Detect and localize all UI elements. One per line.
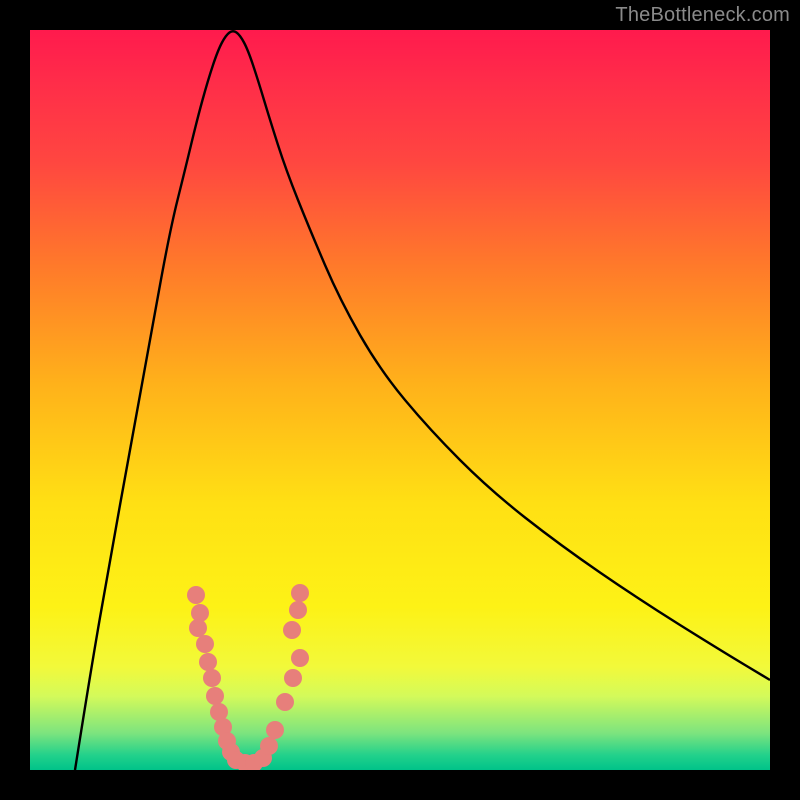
right-dot-cluster-dot: [260, 737, 278, 755]
bottleneck-curve: [75, 31, 770, 770]
left-dot-cluster-dot: [187, 586, 205, 604]
left-dot-cluster-dot: [203, 669, 221, 687]
curve-layer: [75, 31, 770, 770]
right-dot-cluster-dot: [284, 669, 302, 687]
right-dot-cluster-dot: [266, 721, 284, 739]
right-dot-cluster-dot: [289, 601, 307, 619]
marker-layer: [187, 584, 309, 770]
right-dot-cluster-dot: [276, 693, 294, 711]
right-dot-cluster-dot: [291, 584, 309, 602]
left-dot-cluster-dot: [196, 635, 214, 653]
left-dot-cluster-dot: [199, 653, 217, 671]
left-dot-cluster-dot: [189, 619, 207, 637]
left-dot-cluster-dot: [206, 687, 224, 705]
plot-area: [30, 30, 770, 770]
right-dot-cluster-dot: [291, 649, 309, 667]
chart-frame: TheBottleneck.com: [0, 0, 800, 800]
chart-svg: [30, 30, 770, 770]
watermark-text: TheBottleneck.com: [615, 4, 790, 27]
right-dot-cluster-dot: [283, 621, 301, 639]
